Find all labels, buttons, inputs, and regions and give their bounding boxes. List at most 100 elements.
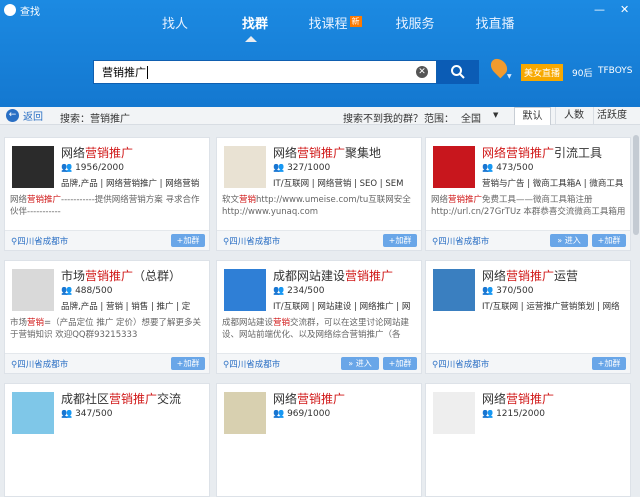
group-avatar[interactable] (433, 392, 475, 434)
tfboys-link[interactable]: TFBOYS (598, 66, 633, 76)
member-count: 👥 1215/2000 (482, 409, 545, 419)
after90-link[interactable]: 90后 (572, 66, 592, 79)
people-icon: 👥 (273, 409, 288, 419)
group-name[interactable]: 成都网站建设营销推广 (273, 267, 418, 284)
group-description: 网络营销推广-----------提供网络营销方案 寻求合作伙伴--------… (10, 194, 205, 218)
name-keyword: 营销推广 (506, 392, 555, 406)
desc-prefix: 网络 (431, 195, 449, 205)
join-group-button[interactable]: +加群 (171, 234, 205, 247)
scope-select[interactable]: 全国 (461, 110, 481, 125)
group-name[interactable]: 市场营销推广（总群） (61, 267, 206, 284)
back-label: 返回 (23, 112, 43, 123)
group-name[interactable]: 网络营销推广运营 (482, 267, 627, 284)
sort-default[interactable]: 默认 (514, 107, 551, 125)
member-count-value: 473/500 (496, 163, 534, 173)
group-name[interactable]: 网络营销推广引流工具 (482, 144, 627, 161)
group-avatar[interactable] (224, 146, 266, 188)
people-icon: 👥 (482, 409, 497, 419)
tab-find-groups[interactable]: 找群 (215, 12, 295, 42)
tab-label: 找课程 (308, 17, 348, 32)
location-text: 四川省成都市 (229, 237, 281, 247)
sort-members[interactable]: 人数 (555, 107, 592, 125)
group-card[interactable]: 市场营销推广（总群） 👥 488/500 品牌,产品 | 营销 | 销售 | 推广 … (4, 260, 210, 374)
name-keyword: 网络营销推广 (482, 146, 555, 160)
close-icon[interactable]: ✕ (620, 3, 629, 16)
scrollbar-thumb[interactable] (633, 135, 639, 235)
beauty-live-link[interactable]: 美女直播 (521, 64, 564, 81)
join-group-button[interactable]: +加群 (592, 234, 626, 247)
people-icon: 👥 (482, 163, 497, 173)
desc-prefix: 市场 (10, 318, 28, 328)
name-keyword: 营销推广 (85, 269, 134, 283)
scrollbar[interactable] (632, 125, 640, 429)
name-keyword: 营销推广 (109, 392, 158, 406)
group-avatar[interactable] (12, 146, 54, 188)
card-footer: ⚲四川省成都市 » 进入 +加群 (426, 230, 630, 250)
group-card[interactable]: 网络营销推广运营 👥 370/500 IT/互联网 | 运营推广营销策划 | 网络 ⚲… (425, 260, 631, 374)
group-avatar[interactable] (224, 269, 266, 311)
tab-find-courses[interactable]: 找课程新 (295, 12, 375, 42)
not-found-link[interactable]: 搜索不到我的群？ (343, 110, 423, 125)
group-card[interactable]: 成都网站建设营销推广 👥 234/500 IT/互联网 | 网站建设 | 网络推广 … (216, 260, 422, 374)
join-group-button[interactable]: +加群 (383, 234, 417, 247)
tab-find-live[interactable]: 找直播 (455, 12, 535, 42)
location: ⚲四川省成都市 (11, 358, 68, 370)
tab-label: 找群 (241, 17, 268, 32)
member-count: 👥 370/500 (482, 286, 533, 296)
location-text: 四川省成都市 (229, 360, 281, 370)
group-description: 成都网站建设营销交流群，可以在这里讨论网站建设、网站前端优化、以及网络综合营销推… (222, 317, 417, 341)
join-group-button[interactable]: +加群 (592, 357, 626, 370)
location: ⚲四川省成都市 (223, 358, 280, 370)
sort-activity[interactable]: 活跃度 (593, 107, 630, 125)
desc-keyword: 营销推广 (448, 195, 483, 205)
location: ⚲四川省成都市 (432, 358, 489, 370)
group-card[interactable]: 网络营销推广聚集地 👥 327/1000 IT/互联网 | 网络营销 | SEO |… (216, 137, 422, 251)
group-tags: IT/互联网 | 运营推广营销策划 | 网络 (482, 302, 620, 312)
enter-button[interactable]: » 进入 (341, 357, 379, 370)
member-count-value: 1956/2000 (75, 163, 124, 173)
group-avatar[interactable] (433, 269, 475, 311)
member-count-value: 327/1000 (287, 163, 331, 173)
chevron-down-icon[interactable]: ▼ (507, 73, 512, 80)
enter-button[interactable]: » 进入 (550, 234, 588, 247)
join-group-button[interactable]: +加群 (383, 357, 417, 370)
minimize-icon[interactable]: — (594, 3, 605, 16)
join-group-button[interactable]: +加群 (171, 357, 205, 370)
group-avatar[interactable] (12, 269, 54, 311)
group-name[interactable]: 网络营销推广聚集地 (273, 144, 418, 161)
group-name[interactable]: 成都社区营销推广交流 (61, 390, 206, 407)
name-prefix: 成都网站建设 (273, 269, 346, 283)
card-footer: ⚲四川省成都市 +加群 (426, 353, 630, 373)
search-button[interactable] (437, 60, 479, 84)
group-card[interactable]: 网络营销推广引流工具 👥 473/500 营销与广告 | 微商工具箱A | 微商工具… (425, 137, 631, 251)
chevron-down-icon[interactable]: ▼ (493, 111, 498, 119)
group-name[interactable]: 网络营销推广 (61, 144, 206, 161)
location-text: 四川省成都市 (17, 237, 69, 247)
card-footer: ⚲四川省成都市 +加群 (5, 353, 209, 373)
group-name[interactable]: 网络营销推广 (273, 390, 418, 407)
group-avatar[interactable] (224, 392, 266, 434)
name-prefix: 网络 (482, 392, 507, 406)
member-count: 👥 234/500 (273, 286, 324, 296)
tab-label: 找服务 (395, 17, 435, 32)
search-input[interactable]: 营销推广 ✕ (93, 60, 437, 84)
group-avatar[interactable] (12, 392, 54, 434)
tab-find-people[interactable]: 找人 (135, 12, 215, 42)
group-name[interactable]: 网络营销推广 (482, 390, 627, 407)
qq-penguin-icon (4, 4, 16, 16)
member-count-value: 488/500 (75, 286, 113, 296)
group-tags: 品牌,产品 | 营销 | 销售 | 推广 | 定 (61, 302, 191, 312)
group-card[interactable]: 网络营销推广 👥 1215/2000 (425, 383, 631, 497)
card-footer: ⚲四川省成都市 » 进入 +加群 (217, 353, 421, 373)
search-value: 营销推广 (102, 66, 146, 79)
back-button[interactable]: ← 返回 (6, 108, 43, 123)
clear-icon[interactable]: ✕ (416, 66, 428, 78)
group-card[interactable]: 成都社区营销推广交流 👥 347/500 (4, 383, 210, 497)
member-count: 👥 347/500 (61, 409, 112, 419)
member-count-value: 234/500 (287, 286, 325, 296)
group-card[interactable]: 网络营销推广 👥 969/1000 (216, 383, 422, 497)
group-avatar[interactable] (433, 146, 475, 188)
group-card[interactable]: 网络营销推广 👥 1956/2000 品牌,产品 | 网络营销推广 | 网络营销 网络… (4, 137, 210, 251)
name-keyword: 营销推广 (345, 269, 394, 283)
tab-find-services[interactable]: 找服务 (375, 12, 455, 42)
